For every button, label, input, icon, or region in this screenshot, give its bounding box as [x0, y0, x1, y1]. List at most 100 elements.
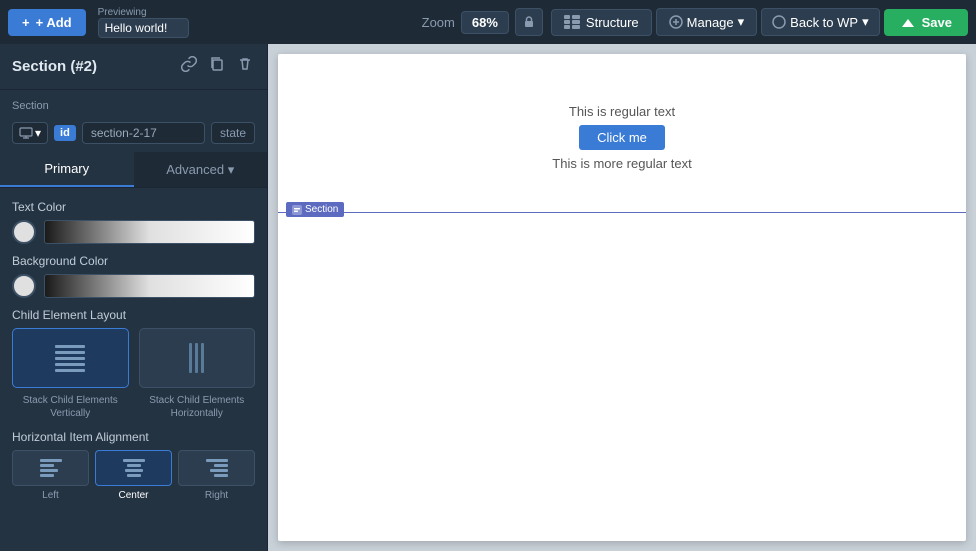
align-right-icon	[206, 459, 228, 477]
preview-select[interactable]: Hello world!	[98, 18, 189, 38]
tab-primary[interactable]: Primary	[0, 152, 134, 187]
back-wp-label: Back to WP	[790, 15, 858, 30]
previewing-section: Previewing Hello world!	[98, 7, 189, 38]
canvas-area: This is regular text Click me This is mo…	[268, 44, 976, 551]
id-row: ▾ id section-2-17 state	[0, 118, 267, 152]
wp-icon	[669, 15, 683, 29]
main-layout: Section (#2)	[0, 44, 976, 551]
layout-options: Stack Child Elements Vertically Stack Ch…	[12, 328, 255, 420]
back-wp-button[interactable]: Back to WP ▾	[761, 8, 879, 36]
lock-icon	[522, 15, 536, 29]
zoom-value: 68%	[461, 11, 509, 34]
alignment-options: Left Center	[12, 450, 255, 501]
left-panel: Section (#2)	[0, 44, 268, 551]
device-select[interactable]: ▾	[12, 122, 48, 144]
manage-label: Manage	[687, 15, 734, 30]
bg-color-row	[12, 274, 255, 298]
align-center-box	[95, 450, 172, 486]
bg-color-gradient[interactable]	[44, 274, 255, 298]
section-type-label: Section	[12, 100, 49, 112]
save-button[interactable]: Save	[884, 9, 968, 36]
previewing-label: Previewing	[98, 7, 189, 18]
layout-vertical-label: Stack Child Elements Vertically	[12, 394, 129, 420]
stack-vertical-icon	[55, 345, 85, 372]
tabs-row: Primary Advanced ▾	[0, 152, 267, 188]
stack-v-line-4	[55, 363, 85, 366]
align-left-icon	[40, 459, 62, 477]
wp-logo-icon	[772, 15, 786, 29]
bg-color-label: Background Color	[12, 254, 255, 268]
canvas-content: This is regular text Click me This is mo…	[278, 54, 966, 171]
structure-label: Structure	[586, 15, 639, 30]
stack-v-line-1	[55, 345, 85, 348]
canvas-click-button[interactable]: Click me	[579, 125, 665, 150]
state-button[interactable]: state	[211, 122, 255, 144]
add-label: + Add	[36, 15, 72, 30]
device-chevron: ▾	[35, 126, 41, 140]
link-icon	[181, 56, 197, 72]
zoom-section: Zoom 68%	[422, 8, 543, 36]
link-icon-button[interactable]	[179, 54, 199, 79]
canvas-text1: This is regular text	[569, 104, 675, 119]
section-tag-icon	[292, 205, 302, 215]
align-left-box	[12, 450, 89, 486]
alignment-label: Horizontal Item Alignment	[12, 430, 255, 444]
align-center-icon	[123, 459, 145, 477]
stack-horizontal-icon	[189, 343, 204, 373]
stack-h-line-3	[201, 343, 204, 373]
save-label: Save	[922, 15, 952, 30]
id-value: section-2-17	[82, 122, 205, 144]
save-icon	[900, 15, 916, 29]
layout-horizontal-label: Stack Child Elements Horizontally	[139, 394, 256, 420]
lock-button[interactable]	[515, 8, 543, 36]
right-group: Structure Manage ▾ Back to WP ▾ Save	[551, 8, 968, 36]
stack-h-line-2	[195, 343, 198, 373]
align-option-center[interactable]: Center	[95, 450, 172, 501]
top-bar: + + Add Previewing Hello world! Zoom 68%	[0, 0, 976, 44]
canvas-frame: This is regular text Click me This is mo…	[278, 54, 966, 541]
section-divider	[278, 212, 966, 213]
child-layout-label: Child Element Layout	[12, 308, 255, 322]
layout-option-horizontal-box	[139, 328, 256, 388]
section-tag: Section	[286, 202, 344, 217]
structure-icon	[564, 15, 580, 29]
bg-color-swatch[interactable]	[12, 274, 36, 298]
stack-h-line-1	[189, 343, 192, 373]
trash-icon	[237, 56, 253, 72]
align-right-box	[178, 450, 255, 486]
text-color-row	[12, 220, 255, 244]
panel-title: Section (#2)	[12, 58, 97, 75]
back-wp-chevron: ▾	[862, 14, 869, 30]
panel-content: Text Color Background Color Child Elemen…	[0, 188, 267, 551]
canvas-text2: This is more regular text	[552, 156, 691, 171]
section-label-row: Section	[0, 90, 267, 118]
text-color-gradient[interactable]	[44, 220, 255, 244]
zoom-label: Zoom	[422, 15, 455, 30]
plus-icon: +	[22, 15, 30, 30]
layout-option-vertical[interactable]: Stack Child Elements Vertically	[12, 328, 129, 420]
stack-v-line-2	[55, 351, 85, 354]
delete-icon-button[interactable]	[235, 54, 255, 79]
layout-option-horizontal[interactable]: Stack Child Elements Horizontally	[139, 328, 256, 420]
copy-icon-button[interactable]	[207, 54, 227, 79]
align-option-left[interactable]: Left	[12, 450, 89, 501]
panel-header: Section (#2)	[0, 44, 267, 90]
panel-icons	[179, 54, 255, 79]
text-color-label: Text Color	[12, 200, 255, 214]
text-color-swatch[interactable]	[12, 220, 36, 244]
align-left-label: Left	[42, 490, 59, 501]
layout-option-vertical-box	[12, 328, 129, 388]
add-button[interactable]: + + Add	[8, 9, 86, 36]
align-center-label: Center	[118, 490, 148, 501]
monitor-icon	[19, 127, 33, 139]
tab-advanced[interactable]: Advanced ▾	[134, 152, 268, 187]
stack-v-line-5	[55, 369, 85, 372]
align-option-right[interactable]: Right	[178, 450, 255, 501]
manage-button[interactable]: Manage ▾	[656, 8, 758, 36]
copy-icon	[209, 56, 225, 72]
align-right-label: Right	[205, 490, 228, 501]
structure-button[interactable]: Structure	[551, 9, 652, 36]
manage-chevron: ▾	[738, 14, 745, 30]
stack-v-line-3	[55, 357, 85, 360]
section-tag-label: Section	[305, 204, 338, 215]
